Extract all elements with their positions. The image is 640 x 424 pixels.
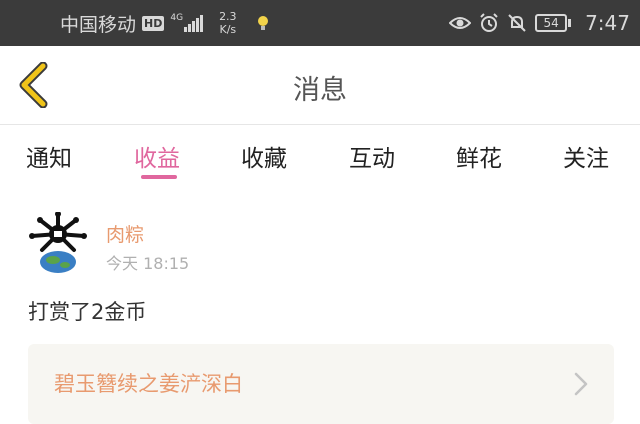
tab-notifications[interactable]: 通知 xyxy=(26,139,72,173)
avatar-image xyxy=(29,211,87,273)
reference-title: 碧玉簪续之姜浐深白 xyxy=(54,372,243,396)
tab-interactions[interactable]: 互动 xyxy=(349,139,395,173)
chevron-right-icon xyxy=(574,372,588,396)
hd-badge: HD xyxy=(142,15,165,31)
network-speed-value: 2.3 xyxy=(219,10,237,23)
reference-card[interactable]: 碧玉簪续之姜浐深白 xyxy=(28,344,614,424)
mute-notification-icon xyxy=(508,14,526,32)
page-title: 消息 xyxy=(293,75,347,106)
carrier-label: 中国移动 xyxy=(60,13,137,36)
avatar[interactable] xyxy=(28,211,88,274)
signal-icon: 4G xyxy=(170,13,204,32)
status-bar-right: 54 7:47 xyxy=(449,0,630,46)
network-type-label: 4G xyxy=(170,13,184,23)
status-bar-left: 中国移动 HD 4G 2.3 K/s xyxy=(60,0,271,46)
tab-flowers[interactable]: 鲜花 xyxy=(456,139,502,173)
tab-follows[interactable]: 关注 xyxy=(563,139,609,173)
tab-earnings[interactable]: 收益 xyxy=(134,139,180,173)
username[interactable]: 肉粽 xyxy=(106,220,144,247)
active-tab-indicator xyxy=(141,175,177,179)
lightbulb-icon xyxy=(257,16,268,30)
network-speed: 2.3 K/s xyxy=(219,10,237,36)
message-time: 今天 18:15 xyxy=(106,254,190,273)
battery-level: 54 xyxy=(535,14,568,32)
status-bar: 中国移动 HD 4G 2.3 K/s 54 7:47 xyxy=(0,0,640,46)
navigation-bar: 消息 xyxy=(0,46,640,124)
eye-icon xyxy=(449,17,472,29)
tab-favorites[interactable]: 收藏 xyxy=(241,139,287,173)
alarm-icon xyxy=(480,13,498,32)
clock: 7:47 xyxy=(585,11,630,35)
network-speed-unit: K/s xyxy=(219,23,237,36)
battery-icon: 54 xyxy=(535,14,572,32)
tab-bar: 通知 收益 收藏 互动 鲜花 关注 xyxy=(0,124,640,184)
message-content: 打赏了2金币 xyxy=(28,300,147,324)
